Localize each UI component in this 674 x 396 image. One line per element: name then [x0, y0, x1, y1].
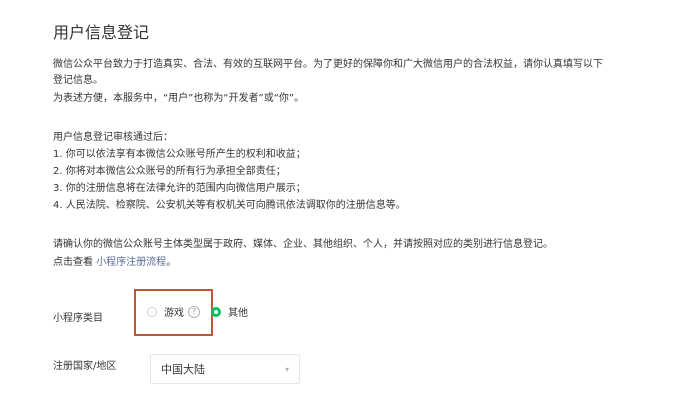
- help-icon[interactable]: ?: [188, 305, 200, 318]
- intro-line-3: 为表述方便，本服务中，“用户”也称为“开发者”或“你”。: [53, 93, 305, 104]
- category-label: 小程序类目: [53, 313, 103, 324]
- after-review-item: 3. 你的注册信息将在法律允许的范围内向微信用户展示；: [53, 183, 306, 194]
- confirm-suffix: 。: [166, 257, 177, 268]
- country-label: 注册国家/地区: [53, 361, 117, 372]
- country-select-value: 中国大陆: [161, 363, 205, 376]
- chevron-down-icon: ▾: [284, 364, 289, 374]
- radio-unchecked-icon[interactable]: [147, 306, 157, 317]
- after-review-heading: 用户信息登记审核通过后：: [53, 132, 173, 143]
- after-review-item: 4. 人民法院、检察院、公安机关等有权机关可向腾讯依法调取你的注册信息等。: [53, 200, 406, 211]
- intro-line-1: 微信公众平台致力于打造真实、合法、有效的互联网平台。为了更好的保障你和广大微信用…: [53, 59, 603, 70]
- confirm-prefix: 点击查看: [53, 257, 97, 268]
- after-review-item: 1. 你可以依法享有本微信公众账号所产生的权利和收益；: [53, 149, 306, 160]
- country-select[interactable]: 中国大陆 ▾: [150, 354, 300, 384]
- category-option-game[interactable]: 游戏 ?: [147, 304, 200, 319]
- category-option-other[interactable]: 其他: [211, 304, 248, 319]
- confirm-line-1: 请确认你的微信公众账号主体类型属于政府、媒体、企业、其他组织、个人，并请按照对应…: [53, 239, 553, 250]
- page-title: 用户信息登记: [53, 23, 150, 42]
- category-option-label: 游戏: [164, 308, 184, 319]
- intro-line-2: 登记信息。: [53, 75, 103, 86]
- category-radio-group: 游戏 ? 其他: [147, 304, 248, 319]
- registration-process-link[interactable]: 小程序注册流程: [96, 257, 166, 268]
- category-option-label: 其他: [228, 308, 248, 319]
- confirm-line-2: 点击查看 小程序注册流程。: [53, 256, 176, 270]
- radio-checked-icon[interactable]: [211, 306, 221, 317]
- after-review-item: 2. 你将对本微信公众账号的所有行为承担全部责任；: [53, 166, 286, 177]
